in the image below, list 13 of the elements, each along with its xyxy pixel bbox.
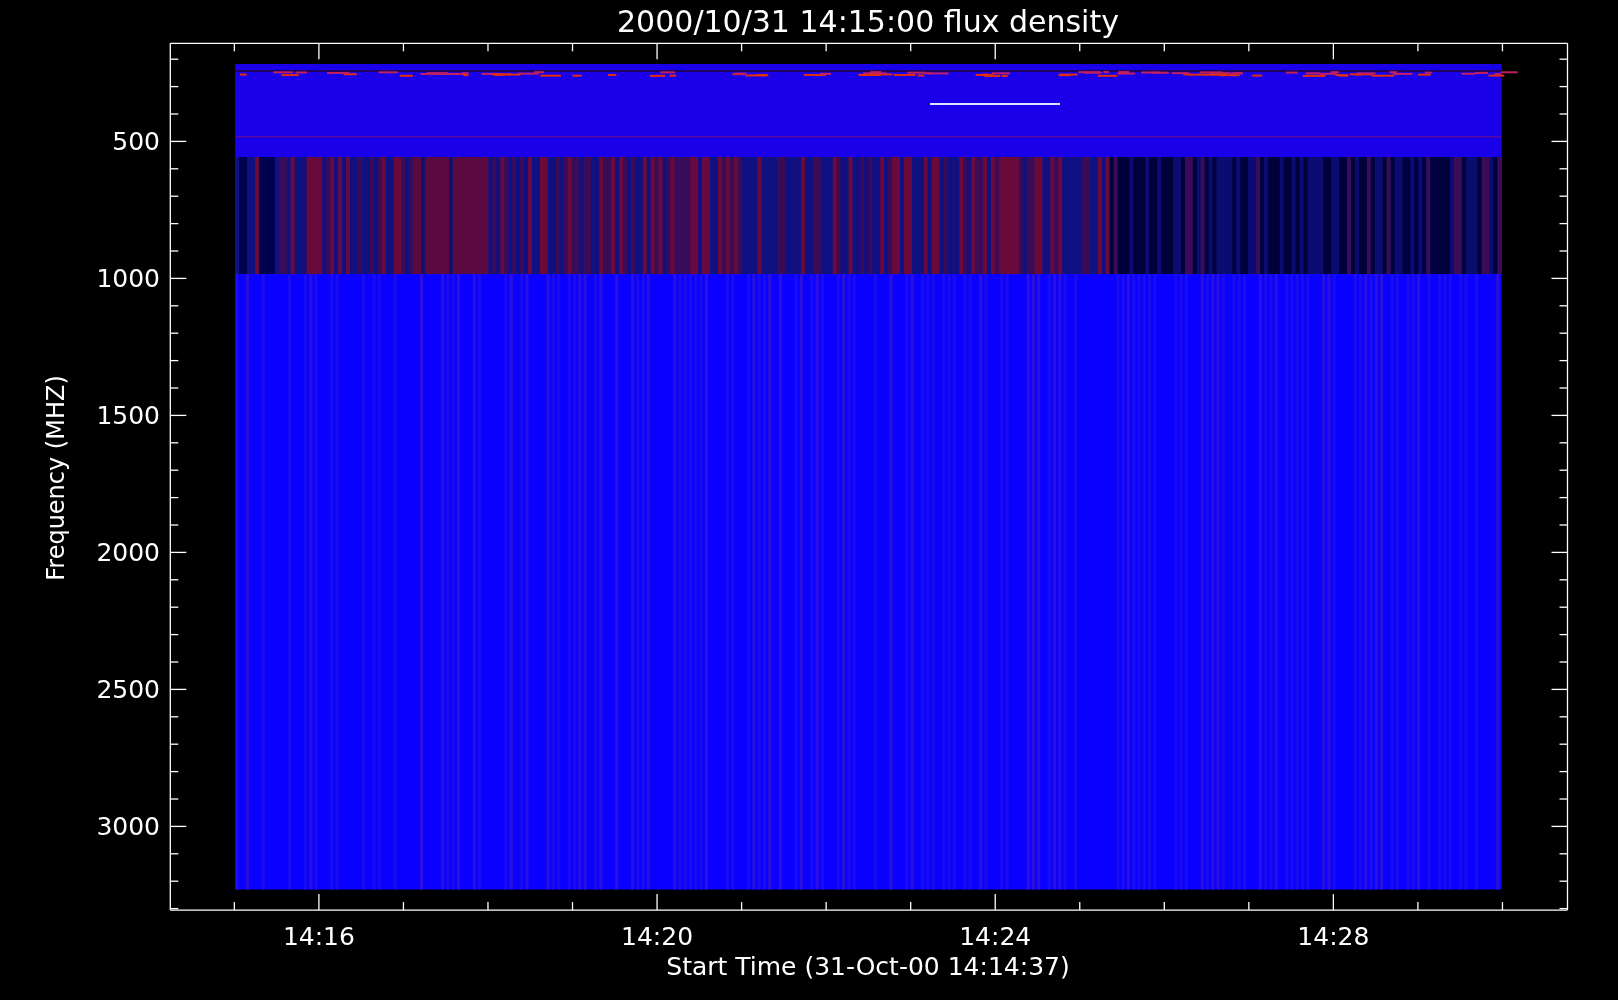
x-tick-label: 14:28 [1297, 922, 1370, 951]
y-tick-label: 1500 [96, 401, 160, 431]
x-tick-label: 14:24 [959, 922, 1032, 951]
y-tick-label: 500 [112, 127, 160, 157]
x-tick-label: 14:16 [282, 922, 355, 951]
y-tick-label: 3000 [96, 812, 160, 842]
y-tick-label: 2000 [96, 538, 160, 568]
chart-title: 2000/10/31 14:15:00 flux density [617, 4, 1119, 39]
y-tick-label: 2500 [96, 675, 160, 705]
y-axis-label: Frequency (MHZ) [42, 375, 70, 581]
x-tick-label: 14:20 [621, 922, 694, 951]
y-tick-label: 1000 [96, 264, 160, 294]
x-axis-label: Start Time (31-Oct-00 14:14:37) [666, 952, 1070, 981]
